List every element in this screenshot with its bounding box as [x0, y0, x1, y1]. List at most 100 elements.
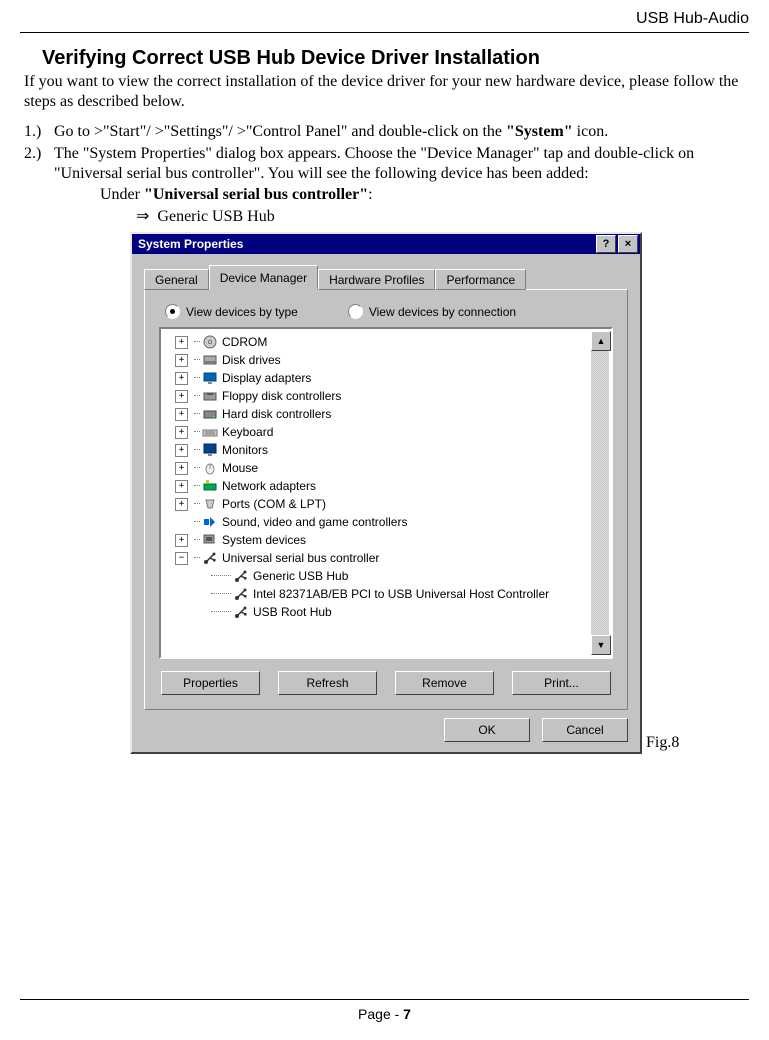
vertical-scrollbar[interactable]: ▲ ▼	[591, 331, 609, 655]
ok-button[interactable]: OK	[444, 718, 530, 742]
expand-icon[interactable]: +	[175, 498, 188, 511]
tab-general[interactable]: General	[144, 269, 209, 290]
keyboard-icon	[202, 424, 218, 440]
tree-item[interactable]: + Ports (COM & LPT)	[165, 495, 589, 513]
dialog-titlebar[interactable]: System Properties ? ×	[132, 234, 640, 254]
radio-view-by-connection[interactable]: View devices by connection	[348, 304, 516, 319]
mouse-icon	[202, 460, 218, 476]
expand-icon[interactable]: +	[175, 390, 188, 403]
tree-item-label: Display adapters	[222, 369, 311, 387]
tree-item-label: Ports (COM & LPT)	[222, 495, 326, 513]
step-1-text-bold: "System"	[506, 123, 573, 140]
network-icon	[202, 478, 218, 494]
step-1: 1.) Go to >"Start"/ >"Settings"/ >"Contr…	[24, 122, 745, 142]
tree-item-label: Universal serial bus controller	[222, 549, 379, 567]
refresh-button[interactable]: Refresh	[278, 671, 377, 695]
tree-item[interactable]: + Network adapters	[165, 477, 589, 495]
under-text-c: :	[368, 186, 372, 203]
print-button[interactable]: Print...	[512, 671, 611, 695]
radio-icon	[165, 304, 180, 319]
scroll-down-button[interactable]: ▼	[591, 635, 611, 655]
figure-label: Fig.8	[646, 734, 679, 754]
usb-icon	[233, 604, 249, 620]
help-button[interactable]: ?	[596, 235, 616, 253]
expand-icon[interactable]: +	[175, 336, 188, 349]
sound-icon	[202, 514, 218, 530]
dialog-title: System Properties	[138, 237, 243, 251]
arrow-icon: ⇒	[136, 208, 149, 225]
scroll-up-button[interactable]: ▲	[591, 331, 611, 351]
step-1-number: 1.)	[24, 122, 54, 142]
hdd-icon	[202, 406, 218, 422]
tree-item-label: Network adapters	[222, 477, 316, 495]
expand-icon[interactable]: +	[175, 354, 188, 367]
system-icon	[202, 532, 218, 548]
tree-item-label: System devices	[222, 531, 306, 549]
tree-item[interactable]: + Disk drives	[165, 351, 589, 369]
step-2-text: The "System Properties" dialog box appea…	[54, 144, 745, 184]
under-text-a: Under	[100, 186, 144, 203]
expand-icon[interactable]: +	[175, 444, 188, 457]
tree-item[interactable]: + Display adapters	[165, 369, 589, 387]
tree-item-label: CDROM	[222, 333, 267, 351]
tree-item-label: Mouse	[222, 459, 258, 477]
tab-device-manager[interactable]: Device Manager	[209, 265, 318, 290]
tree-item[interactable]: +Monitors	[165, 441, 589, 459]
usb-icon	[202, 550, 218, 566]
display-icon	[202, 370, 218, 386]
tree-item-label: Floppy disk controllers	[222, 387, 341, 405]
expand-icon[interactable]: +	[175, 426, 188, 439]
tree-item[interactable]: + CDROM	[165, 333, 589, 351]
header-product-name: USB Hub-Audio	[20, 10, 749, 28]
footer-rule	[20, 999, 749, 1000]
radio-view-by-type-label: View devices by type	[186, 305, 298, 319]
tree-item-label: USB Root Hub	[253, 603, 332, 621]
intro-paragraph: If you want to view the correct installa…	[24, 72, 745, 112]
step-2-number: 2.)	[24, 144, 54, 184]
tree-item[interactable]: Intel 82371AB/EB PCI to USB Universal Ho…	[165, 585, 589, 603]
expand-icon[interactable]: +	[175, 408, 188, 421]
expand-icon[interactable]: +	[175, 372, 188, 385]
tab-strip: General Device Manager Hardware Profiles…	[144, 264, 628, 289]
ports-icon	[202, 496, 218, 512]
expand-icon[interactable]: +	[175, 462, 188, 475]
tree-item[interactable]: + Keyboard	[165, 423, 589, 441]
tree-item-label: Intel 82371AB/EB PCI to USB Universal Ho…	[253, 585, 549, 603]
properties-button[interactable]: Properties	[161, 671, 260, 695]
tree-item-label: Generic USB Hub	[253, 567, 348, 585]
tree-item[interactable]: +Hard disk controllers	[165, 405, 589, 423]
tab-performance[interactable]: Performance	[435, 269, 526, 290]
radio-icon	[348, 304, 363, 319]
tree-item[interactable]: USB Root Hub	[165, 603, 589, 621]
expand-icon[interactable]: +	[175, 534, 188, 547]
step-2: 2.) The "System Properties" dialog box a…	[24, 144, 745, 184]
tree-item-label: Sound, video and game controllers	[222, 513, 407, 531]
tree-item[interactable]: + Mouse	[165, 459, 589, 477]
cdrom-icon	[202, 334, 218, 350]
remove-button[interactable]: Remove	[395, 671, 494, 695]
tree-item-label: Keyboard	[222, 423, 273, 441]
tree-item[interactable]: − Universal serial bus controller	[165, 549, 589, 567]
expand-icon[interactable]: −	[175, 552, 188, 565]
tree-item[interactable]: + System devices	[165, 531, 589, 549]
device-tree[interactable]: + CDROM + Disk drives + Display adapters + Flop…	[159, 327, 613, 659]
tree-item[interactable]: + Floppy disk controllers	[165, 387, 589, 405]
cancel-button[interactable]: Cancel	[542, 718, 628, 742]
tree-item[interactable]: Generic USB Hub	[165, 567, 589, 585]
floppy-icon	[202, 388, 218, 404]
usb-icon	[233, 568, 249, 584]
step-1-text-a: Go to >"Start"/ >"Settings"/ >"Control P…	[54, 123, 506, 140]
usb-icon	[233, 586, 249, 602]
system-properties-dialog: System Properties ? × General Device Man…	[130, 232, 642, 754]
section-title: Verifying Correct USB Hub Device Driver …	[42, 47, 749, 70]
tree-item[interactable]: Sound, video and game controllers	[165, 513, 589, 531]
close-button[interactable]: ×	[618, 235, 638, 253]
disk-icon	[202, 352, 218, 368]
expand-icon[interactable]: +	[175, 480, 188, 493]
tree-item-label: Disk drives	[222, 351, 281, 369]
radio-view-by-connection-label: View devices by connection	[369, 305, 516, 319]
page-number: Page - 7	[20, 1006, 749, 1022]
tab-hardware-profiles[interactable]: Hardware Profiles	[318, 269, 435, 290]
radio-view-by-type[interactable]: View devices by type	[165, 304, 298, 319]
arrow-text: Generic USB Hub	[157, 208, 274, 225]
